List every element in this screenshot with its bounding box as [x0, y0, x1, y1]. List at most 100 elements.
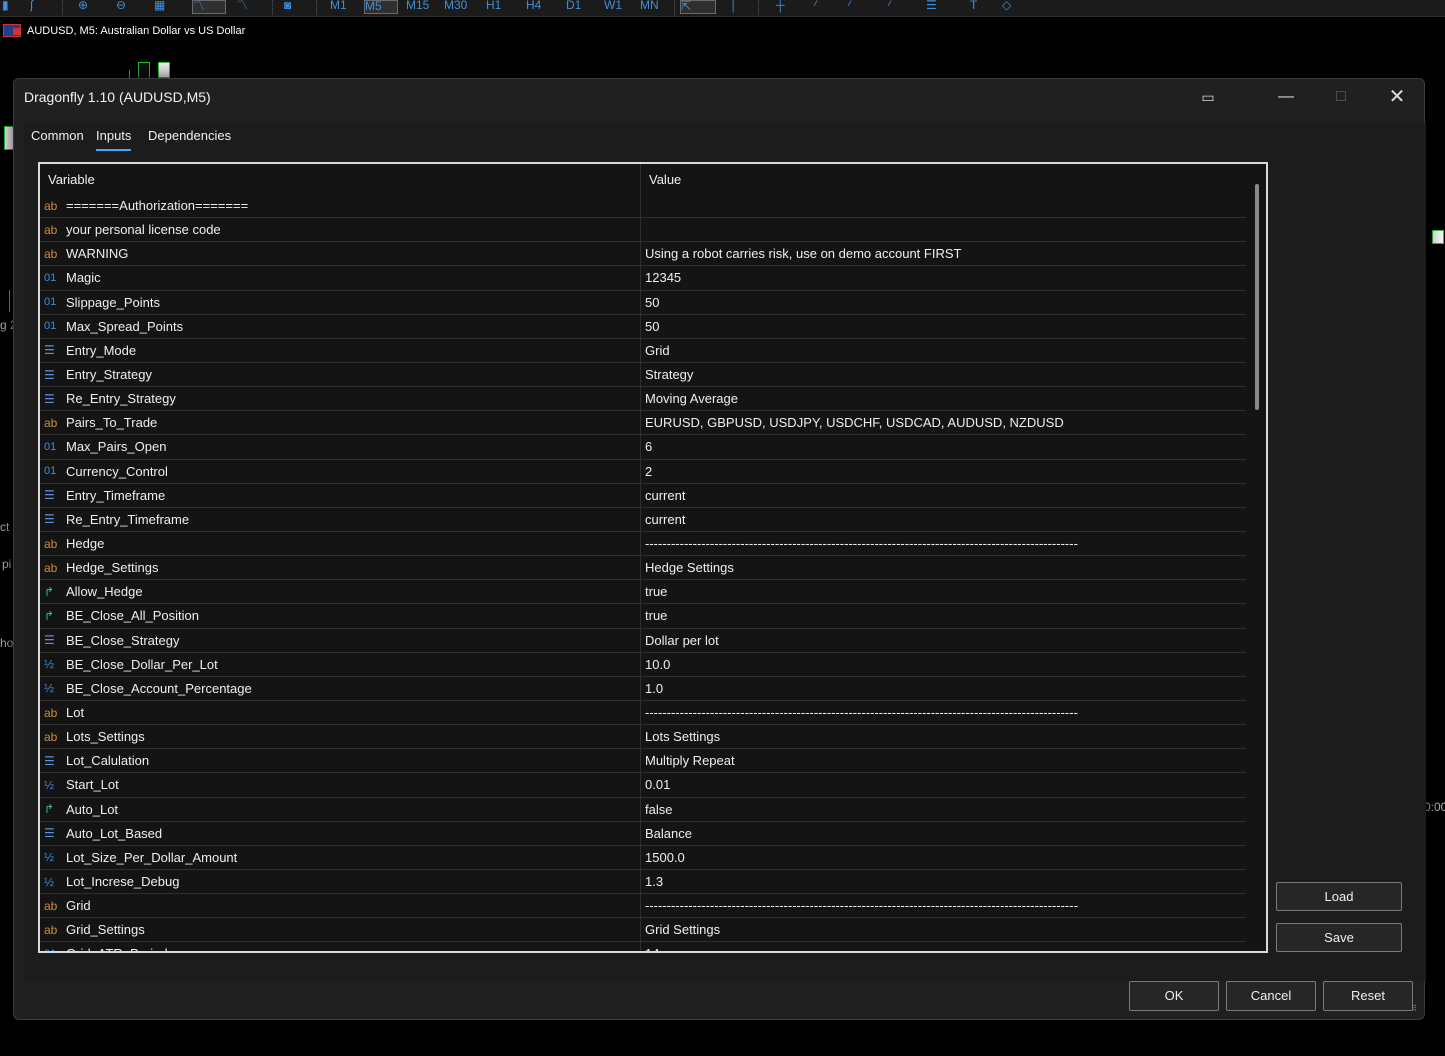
- table-row[interactable]: ab Hedge ---------------------------------…: [40, 531, 1246, 557]
- table-row[interactable]: ↱ Allow_Hedge true: [40, 580, 1246, 605]
- value-cell[interactable]: false: [641, 798, 1246, 821]
- value-cell[interactable]: Hedge Settings: [641, 556, 1246, 579]
- tf-m1[interactable]: M1: [330, 0, 354, 14]
- value-cell[interactable]: 12345: [641, 266, 1246, 289]
- toolbar-chart-icon[interactable]: ▮: [2, 0, 20, 14]
- table-row[interactable]: ab Grid ----------------------------------…: [40, 894, 1246, 919]
- value-cell[interactable]: ----------------------------------------…: [641, 532, 1246, 555]
- gann-icon[interactable]: ☰: [926, 0, 950, 14]
- table-scrollbar[interactable]: [1255, 184, 1259, 410]
- table-row[interactable]: ☰ Entry_Strategy Strategy: [40, 362, 1246, 388]
- value-cell[interactable]: Lots Settings: [641, 725, 1246, 748]
- column-header-variable[interactable]: Variable: [40, 164, 641, 194]
- snap-icon[interactable]: ▭: [1196, 85, 1220, 109]
- toolbar-indicator-icon[interactable]: ∫: [30, 0, 48, 14]
- table-row[interactable]: ↱ BE_Close_All_Position true: [40, 604, 1246, 629]
- value-cell[interactable]: 10.0: [641, 653, 1246, 676]
- tab-inputs[interactable]: Inputs: [96, 128, 132, 151]
- table-row[interactable]: ½ BE_Close_Dollar_Per_Lot 10.0: [40, 652, 1246, 677]
- column-header-value[interactable]: Value: [641, 164, 689, 194]
- table-row[interactable]: ab Lot -----------------------------------…: [40, 700, 1246, 726]
- reset-button[interactable]: Reset: [1323, 981, 1413, 1011]
- resize-grip-icon[interactable]: ⠿: [1411, 1005, 1421, 1016]
- maximize-icon[interactable]: □: [1329, 85, 1353, 109]
- table-row[interactable]: ☰ Re_Entry_Strategy Moving Average: [40, 387, 1246, 412]
- table-row[interactable]: ab Pairs_To_Trade EURUSD, GBPUSD, USDJPY, …: [40, 411, 1246, 436]
- value-cell[interactable]: current: [641, 508, 1246, 531]
- value-cell[interactable]: ----------------------------------------…: [641, 701, 1246, 724]
- value-cell[interactable]: Grid: [641, 339, 1246, 362]
- table-row[interactable]: ab WARNING Using a robot carries risk, use…: [40, 242, 1246, 267]
- dialog-titlebar[interactable]: Dragonfly 1.10 (AUDUSD,M5) ▭ — □ ✕: [14, 79, 1424, 115]
- tile-windows-icon[interactable]: ▦: [154, 0, 172, 14]
- table-row[interactable]: 01 Max_Spread_Points 50: [40, 314, 1246, 339]
- zoom-out-icon[interactable]: ⊖: [116, 0, 134, 14]
- load-button[interactable]: Load: [1276, 882, 1402, 911]
- value-cell[interactable]: Moving Average: [641, 387, 1246, 410]
- value-cell[interactable]: [641, 194, 1246, 217]
- table-row[interactable]: ☰ Auto_Lot_Based Balance: [40, 821, 1246, 846]
- tf-m30[interactable]: M30: [444, 0, 474, 14]
- table-row[interactable]: ab =======Authorization=======: [40, 194, 1246, 219]
- value-cell[interactable]: Balance: [641, 822, 1246, 845]
- horizontal-line-icon[interactable]: ┼: [776, 0, 792, 14]
- tab-dependencies[interactable]: Dependencies: [148, 128, 231, 143]
- value-cell[interactable]: Using a robot carries risk, use on demo …: [641, 242, 1246, 265]
- table-row[interactable]: 01 Magic 12345: [40, 266, 1246, 291]
- value-cell[interactable]: 6: [641, 435, 1246, 458]
- table-row[interactable]: ☰ Entry_Mode Grid: [40, 338, 1246, 363]
- value-cell[interactable]: Strategy: [641, 363, 1246, 386]
- table-row[interactable]: ☰ Re_Entry_Timeframe current: [40, 507, 1246, 532]
- value-cell[interactable]: 50: [641, 315, 1246, 338]
- value-cell[interactable]: Grid Settings: [641, 918, 1246, 941]
- table-row[interactable]: ab Grid_Settings Grid Settings: [40, 918, 1246, 943]
- value-cell[interactable]: 1500.0: [641, 846, 1246, 869]
- value-cell[interactable]: [641, 218, 1246, 241]
- tab-common[interactable]: Common: [31, 128, 84, 143]
- table-row[interactable]: ½ Start_Lot 0.01: [40, 773, 1246, 798]
- ok-button[interactable]: OK: [1129, 981, 1219, 1011]
- table-row[interactable]: ☰ Lot_Calulation Multiply Repeat: [40, 749, 1246, 774]
- trendline-icon[interactable]: ⁄: [814, 0, 830, 14]
- table-row[interactable]: ½ BE_Close_Account_Percentage 1.0: [40, 676, 1246, 701]
- table-row[interactable]: ↱ Auto_Lot false: [40, 797, 1246, 822]
- screenshot-icon[interactable]: ◙: [284, 0, 306, 14]
- tf-h1[interactable]: H1: [486, 0, 510, 14]
- tf-d1[interactable]: D1: [566, 0, 590, 14]
- table-row[interactable]: ½ Lot_Size_Per_Dollar_Amount 1500.0: [40, 845, 1246, 870]
- cancel-button[interactable]: Cancel: [1226, 981, 1316, 1011]
- chart-shift-icon[interactable]: 〽: [236, 0, 262, 14]
- table-row[interactable]: 01Grid_ATR_Period14: [40, 942, 1246, 951]
- value-cell[interactable]: true: [641, 604, 1246, 627]
- minimize-icon[interactable]: —: [1274, 85, 1298, 109]
- table-row[interactable]: 01 Currency_Control 2: [40, 459, 1246, 484]
- tf-m5[interactable]: M5: [364, 0, 398, 14]
- tf-w1[interactable]: W1: [604, 0, 628, 14]
- value-cell[interactable]: Dollar per lot: [641, 629, 1246, 652]
- cursor-tool-icon[interactable]: ⇱: [680, 0, 716, 14]
- zoom-in-icon[interactable]: ⊕: [78, 0, 96, 14]
- close-icon[interactable]: ✕: [1385, 85, 1409, 109]
- table-row[interactable]: 01 Slippage_Points 50: [40, 290, 1246, 315]
- value-cell[interactable]: 50: [641, 291, 1246, 314]
- tf-mn[interactable]: MN: [640, 0, 666, 14]
- value-cell[interactable]: 1.0: [641, 677, 1246, 700]
- fibonacci-icon[interactable]: ⁄: [888, 0, 904, 14]
- channel-icon[interactable]: ⁄: [848, 0, 864, 14]
- table-row[interactable]: ☰ Entry_Timeframe current: [40, 483, 1246, 508]
- value-cell[interactable]: 2: [641, 460, 1246, 483]
- value-cell[interactable]: 0.01: [641, 773, 1246, 796]
- value-cell[interactable]: EURUSD, GBPUSD, USDJPY, USDCHF, USDCAD, …: [641, 411, 1246, 434]
- value-cell[interactable]: true: [641, 580, 1246, 603]
- value-cell[interactable]: 1.3: [641, 870, 1246, 893]
- autoscroll-icon[interactable]: 〽: [192, 0, 226, 14]
- vertical-line-icon[interactable]: │: [730, 0, 746, 14]
- value-cell[interactable]: 14: [641, 942, 1246, 951]
- text-tool-icon[interactable]: T: [970, 0, 984, 14]
- save-button[interactable]: Save: [1276, 923, 1402, 952]
- tf-m15[interactable]: M15: [406, 0, 436, 14]
- tf-h4[interactable]: H4: [526, 0, 550, 14]
- shapes-icon[interactable]: ◇: [1002, 0, 1036, 14]
- value-cell[interactable]: ----------------------------------------…: [641, 894, 1246, 917]
- table-row[interactable]: ½ Lot_Increse_Debug 1.3: [40, 869, 1246, 895]
